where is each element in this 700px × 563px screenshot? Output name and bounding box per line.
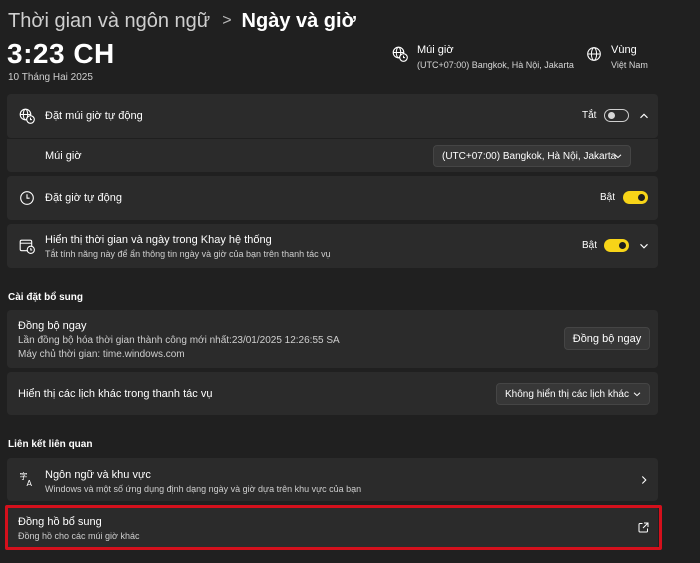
globe-clock-icon <box>392 46 408 62</box>
chevron-down-icon[interactable] <box>639 241 649 251</box>
calendar-clock-icon <box>19 239 35 254</box>
other-calendars-label: Hiển thị các lịch khác trong thanh tác v… <box>18 388 213 400</box>
region-info-title: Vùng <box>611 44 637 56</box>
timezone-info-value: (UTC+07:00) Bangkok, Hà Nội, Jakarta <box>417 60 574 70</box>
toggle-knob <box>638 194 645 201</box>
chevron-up-icon[interactable] <box>639 111 649 121</box>
language-region-link[interactable]: 字 A Ngôn ngữ và khu vực Windows và một s… <box>7 458 658 501</box>
clock-icon <box>20 191 34 205</box>
sync-last-time: Lần đồng bộ hóa thời gian thành công mới… <box>18 335 340 346</box>
auto-timezone-state: Tắt <box>582 110 597 121</box>
svg-text:A: A <box>27 479 33 487</box>
chevron-right-icon <box>641 476 647 484</box>
auto-time-state: Bật <box>600 192 616 203</box>
show-tray-label: Hiển thị thời gian và ngày trong Khay hệ… <box>45 234 272 246</box>
language-icon: 字 A <box>20 471 33 487</box>
globe-icon <box>587 47 601 61</box>
additional-settings-heading: Cài đặt bổ sung <box>8 292 83 303</box>
timezone-info-title: Múi giờ <box>417 44 454 56</box>
sync-now-button[interactable]: Đồng bộ ngay <box>564 327 650 350</box>
breadcrumb-separator: > <box>222 12 232 29</box>
auto-time-label: Đặt giờ tự động <box>45 192 122 204</box>
region-info-value: Việt Nam <box>611 60 648 70</box>
timezone-dropdown[interactable]: (UTC+07:00) Bangkok, Hà Nội, Jakarta <box>433 145 631 167</box>
chevron-down-icon <box>614 154 622 159</box>
auto-time-card[interactable]: Đặt giờ tự động Bật <box>7 176 658 220</box>
auto-timezone-card[interactable]: Đặt múi giờ tự động Tắt <box>7 94 658 138</box>
other-calendars-dropdown[interactable]: Không hiển thị các lịch khác <box>496 383 650 405</box>
sync-server: Máy chủ thời gian: time.windows.com <box>18 349 185 360</box>
auto-time-toggle[interactable] <box>623 191 648 204</box>
toggle-knob <box>608 112 615 119</box>
show-tray-toggle[interactable] <box>604 239 629 252</box>
related-links-heading: Liên kết liên quan <box>8 439 93 450</box>
other-calendars-card: Hiển thị các lịch khác trong thanh tác v… <box>7 372 658 415</box>
auto-timezone-label: Đặt múi giờ tự động <box>45 110 143 122</box>
additional-clocks-description: Đồng hồ cho các múi giờ khác <box>18 531 140 541</box>
additional-clocks-title: Đồng hồ bổ sung <box>18 516 102 528</box>
show-tray-description: Tắt tính năng này để ẩn thông tin ngày v… <box>45 249 331 259</box>
sync-title: Đồng bộ ngay <box>18 320 87 332</box>
show-tray-state: Bật <box>582 240 598 251</box>
external-link-icon <box>638 522 649 533</box>
timezone-dropdown-value: (UTC+07:00) Bangkok, Hà Nội, Jakarta <box>442 150 617 162</box>
chevron-down-icon <box>633 392 641 397</box>
other-calendars-value: Không hiển thị các lịch khác <box>505 388 629 400</box>
timezone-icon <box>19 108 35 124</box>
show-tray-card[interactable]: Hiển thị thời gian và ngày trong Khay hệ… <box>7 224 658 268</box>
additional-clocks-link[interactable]: Đồng hồ bổ sung Đồng hồ cho các múi giờ … <box>7 506 658 549</box>
region-info: Vùng Việt Nam <box>586 44 648 70</box>
current-time: 3:23 CH <box>7 38 115 69</box>
language-region-title: Ngôn ngữ và khu vực <box>45 469 151 481</box>
timezone-select-row: Múi giờ (UTC+07:00) Bangkok, Hà Nội, Jak… <box>7 139 658 172</box>
current-date: 10 Tháng Hai 2025 <box>8 72 93 83</box>
breadcrumb: Thời gian và ngôn ngữ > Ngày và giờ <box>8 8 356 34</box>
toggle-knob <box>619 242 626 249</box>
language-region-description: Windows và một số ứng dụng định dạng ngà… <box>45 484 362 494</box>
timezone-select-label: Múi giờ <box>45 150 82 162</box>
timezone-info: Múi giờ (UTC+07:00) Bangkok, Hà Nội, Jak… <box>392 44 574 70</box>
sync-card: Đồng bộ ngay Lần đồng bộ hóa thời gian t… <box>7 310 658 368</box>
breadcrumb-parent[interactable]: Thời gian và ngôn ngữ <box>8 10 210 33</box>
page-title: Ngày và giờ <box>241 9 356 32</box>
auto-timezone-toggle[interactable] <box>604 109 629 122</box>
